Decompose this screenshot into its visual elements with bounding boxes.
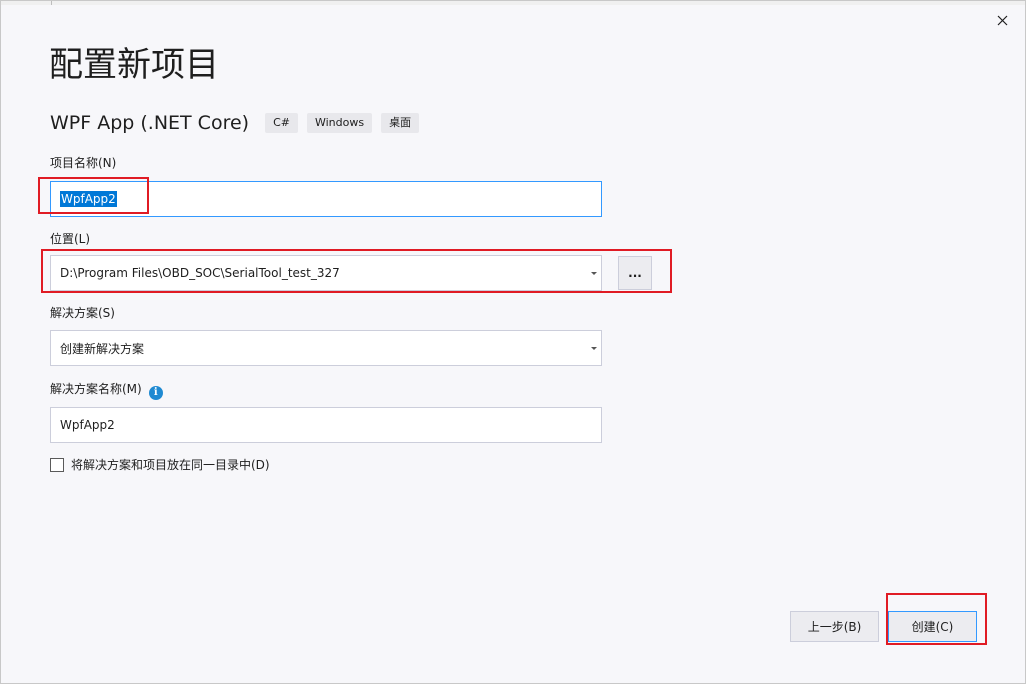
same-directory-label: 将解决方案和项目放在同一目录中(D): [71, 458, 270, 472]
solution-label: 解决方案(S): [50, 306, 115, 320]
create-button[interactable]: 创建(C): [888, 611, 977, 642]
tag-platform: Windows: [306, 113, 373, 133]
page-title: 配置新项目: [49, 45, 219, 85]
dialog-window: 配置新项目 WPF App (.NET Core) C# Windows 桌面 …: [0, 0, 1026, 684]
same-directory-checkbox[interactable]: [50, 457, 64, 472]
same-directory-option[interactable]: 将解决方案和项目放在同一目录中(D): [50, 456, 270, 473]
tag-project-type: 桌面: [381, 113, 420, 133]
close-icon: [997, 15, 1008, 26]
location-combobox[interactable]: D:\Program Files\OBD_SOC\SerialTool_test…: [50, 255, 602, 291]
close-button[interactable]: [987, 7, 1017, 33]
solution-name-value: WpfApp2: [60, 418, 115, 432]
template-info: WPF App (.NET Core) C# Windows 桌面: [50, 109, 428, 137]
divider: [51, 1, 52, 5]
chevron-down-icon: [591, 272, 597, 275]
solution-name-input[interactable]: WpfApp2: [50, 407, 602, 443]
location-label: 位置(L): [50, 232, 91, 246]
solution-combobox[interactable]: 创建新解决方案: [50, 330, 602, 366]
solution-value: 创建新解决方案: [60, 341, 145, 356]
browse-button[interactable]: ...: [618, 256, 652, 290]
project-name-input[interactable]: WpfApp2: [50, 181, 602, 217]
tag-language: C#: [265, 113, 298, 133]
solution-name-label: 解决方案名称(M): [50, 382, 142, 396]
project-name-value: WpfApp2: [60, 191, 117, 207]
chevron-down-icon: [591, 347, 597, 350]
location-value: D:\Program Files\OBD_SOC\SerialTool_test…: [60, 266, 340, 280]
back-button[interactable]: 上一步(B): [790, 611, 879, 642]
info-icon[interactable]: i: [148, 385, 163, 400]
project-name-label: 项目名称(N): [50, 156, 117, 170]
top-strip: [1, 1, 1025, 5]
solution-name-label-row: 解决方案名称(M) i: [50, 380, 163, 400]
template-name: WPF App (.NET Core): [50, 112, 250, 134]
